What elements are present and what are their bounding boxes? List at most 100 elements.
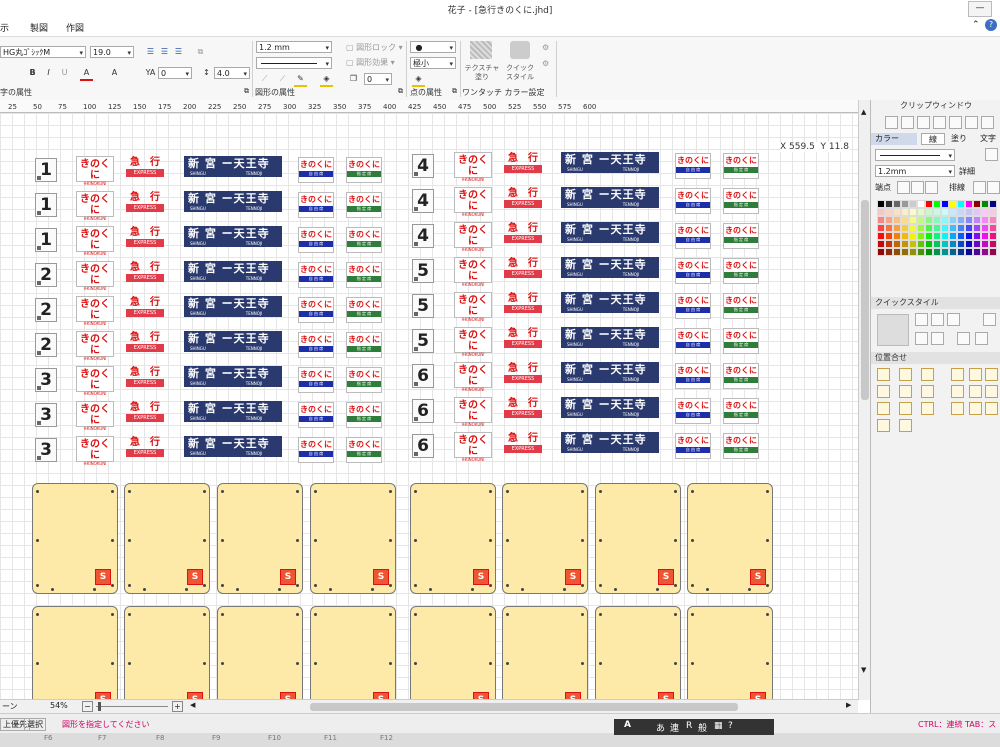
back-panel[interactable]: S: [687, 606, 773, 699]
palette-swatch[interactable]: [917, 200, 925, 208]
palette-swatch[interactable]: [925, 248, 933, 256]
express-sign[interactable]: 急 行 EXPRESS: [504, 257, 542, 282]
reserved-seat-sign[interactable]: きのくに指 定 席: [723, 223, 759, 249]
express-sign[interactable]: 急 行 EXPRESS: [126, 401, 164, 426]
car-number-plate[interactable]: 2: [35, 333, 57, 357]
palette-swatch[interactable]: [925, 232, 933, 240]
shape-attr-expand-icon[interactable]: ⧉: [398, 87, 403, 96]
palette-swatch[interactable]: [877, 232, 885, 240]
palette-swatch[interactable]: [885, 240, 893, 248]
palette-swatch[interactable]: [989, 248, 997, 256]
express-sign[interactable]: 急 行 EXPRESS: [126, 261, 164, 286]
qs-tool-4-icon[interactable]: [915, 332, 928, 345]
free-seat-sign[interactable]: きのくに自 由 席: [298, 367, 334, 393]
horizontal-scroll-thumb[interactable]: [310, 703, 738, 711]
kinokuni-sign[interactable]: きのくに ※KINOKUNI: [76, 436, 114, 466]
menu-drawing[interactable]: 作図: [66, 21, 84, 34]
car-number-plate[interactable]: 2: [35, 298, 57, 322]
align-tool-icon[interactable]: [899, 419, 912, 432]
zoom-in-button[interactable]: +: [172, 701, 183, 712]
kinokuni-sign[interactable]: きのくに ※KINOKUNI: [454, 292, 492, 322]
palette-swatch[interactable]: [957, 240, 965, 248]
end-round-icon[interactable]: [911, 181, 924, 194]
char-spacing-input[interactable]: 0: [158, 67, 192, 80]
destination-sign[interactable]: 新 宮 ー天王寺 SHINGU TENNOJI: [184, 191, 282, 212]
palette-swatch[interactable]: [957, 248, 965, 256]
express-sign[interactable]: 急 行 EXPRESS: [126, 436, 164, 461]
express-sign[interactable]: 急 行 EXPRESS: [504, 362, 542, 387]
palette-swatch[interactable]: [893, 200, 901, 208]
back-panel[interactable]: S: [32, 606, 118, 699]
palette-swatch[interactable]: [981, 224, 989, 232]
car-number-plate[interactable]: 6: [412, 364, 434, 388]
free-seat-sign[interactable]: きのくに自 由 席: [298, 402, 334, 428]
palette-swatch[interactable]: [917, 216, 925, 224]
palette-swatch[interactable]: [981, 232, 989, 240]
align-tool-icon[interactable]: [877, 419, 890, 432]
free-seat-sign[interactable]: きのくに自 由 席: [298, 297, 334, 323]
line-style-select[interactable]: [256, 57, 332, 70]
palette-swatch[interactable]: [973, 200, 981, 208]
kinokuni-sign[interactable]: きのくに ※KINOKUNI: [76, 261, 114, 291]
align-tool-icon[interactable]: [921, 402, 934, 415]
palette-swatch[interactable]: [885, 224, 893, 232]
zoom-out-button[interactable]: −: [82, 701, 93, 712]
palette-swatch[interactable]: [917, 224, 925, 232]
ime-help-icon[interactable]: ?: [728, 721, 733, 731]
select-button[interactable]: 選択: [24, 718, 46, 731]
palette-swatch[interactable]: [933, 200, 941, 208]
reserved-seat-sign[interactable]: きのくに指 定 席: [346, 437, 382, 463]
free-seat-sign[interactable]: きのくに自 由 席: [675, 328, 711, 354]
texture-icon[interactable]: [470, 41, 492, 59]
back-panel[interactable]: S: [310, 483, 396, 594]
palette-swatch[interactable]: [981, 248, 989, 256]
point-attr-expand-icon[interactable]: ⧉: [452, 87, 457, 96]
align-tool-icon[interactable]: [921, 368, 934, 381]
destination-sign[interactable]: 新 宮 ー天王寺 SHINGU TENNOJI: [561, 432, 659, 453]
destination-sign[interactable]: 新 宮 ー天王寺 SHINGU TENNOJI: [184, 366, 282, 387]
palette-swatch[interactable]: [909, 200, 917, 208]
reserved-seat-sign[interactable]: きのくに指 定 席: [723, 433, 759, 459]
texture-fill-button[interactable]: テクスチャ 塗り: [464, 64, 500, 82]
ime-hira[interactable]: あ: [656, 721, 665, 734]
menu-display[interactable]: 示: [0, 21, 9, 34]
palette-swatch[interactable]: [893, 224, 901, 232]
express-sign[interactable]: 急 行 EXPRESS: [504, 397, 542, 422]
align-tool-icon[interactable]: [877, 402, 890, 415]
align-tool-icon[interactable]: [951, 385, 964, 398]
destination-sign[interactable]: 新 宮 ー天王寺 SHINGU TENNOJI: [561, 397, 659, 418]
destination-sign[interactable]: 新 宮 ー天王寺 SHINGU TENNOJI: [184, 401, 282, 422]
car-number-plate[interactable]: 3: [35, 438, 57, 462]
ime-a-icon[interactable]: A: [624, 720, 631, 730]
fkey-f11[interactable]: F11: [324, 734, 337, 742]
reserved-seat-sign[interactable]: きのくに指 定 席: [723, 363, 759, 389]
palette-swatch[interactable]: [965, 240, 973, 248]
car-number-plate[interactable]: 1: [35, 228, 57, 252]
palette-swatch[interactable]: [949, 208, 957, 216]
palette-swatch[interactable]: [981, 240, 989, 248]
pen-icon[interactable]: [985, 148, 998, 161]
qs-tool-1-icon[interactable]: [915, 313, 928, 326]
align-tool-icon[interactable]: [985, 368, 998, 381]
align-left-icon[interactable]: ☰: [144, 46, 157, 58]
palette-swatch[interactable]: [981, 208, 989, 216]
ribbon-collapse-icon[interactable]: ⌃: [972, 20, 980, 30]
destination-sign[interactable]: 新 宮 ー天王寺 SHINGU TENNOJI: [561, 327, 659, 348]
palette-swatch[interactable]: [901, 200, 909, 208]
ime-r[interactable]: R: [686, 721, 692, 731]
express-sign[interactable]: 急 行 EXPRESS: [126, 191, 164, 216]
kinokuni-sign[interactable]: きのくに ※KINOKUNI: [454, 432, 492, 462]
back-panel[interactable]: S: [32, 483, 118, 594]
palette-swatch[interactable]: [941, 240, 949, 248]
minimize-button[interactable]: —: [968, 1, 992, 17]
palette-swatch[interactable]: [885, 200, 893, 208]
point-color-icon[interactable]: ◈: [412, 73, 425, 87]
free-seat-sign[interactable]: きのくに自 由 席: [675, 433, 711, 459]
palette-swatch[interactable]: [989, 240, 997, 248]
free-seat-sign[interactable]: きのくに自 由 席: [298, 262, 334, 288]
ime-pad-icon[interactable]: ▦: [714, 721, 723, 731]
palette-swatch[interactable]: [909, 240, 917, 248]
tab-color[interactable]: カラー: [871, 133, 917, 145]
palette-swatch[interactable]: [885, 208, 893, 216]
palette-swatch[interactable]: [973, 248, 981, 256]
